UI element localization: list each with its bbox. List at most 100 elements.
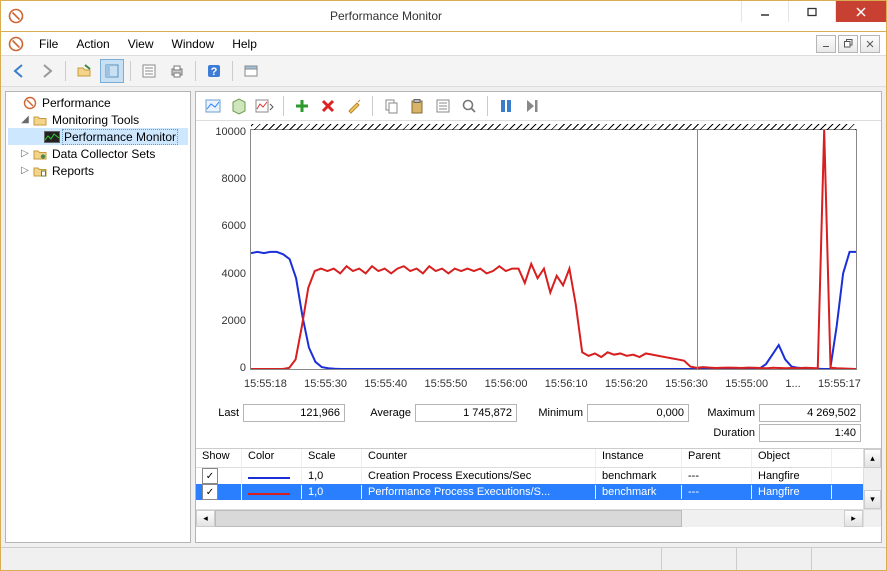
col-color[interactable]: Color	[242, 449, 302, 467]
tree-item-monitoring-tools[interactable]: ◢ Monitoring Tools	[8, 111, 188, 128]
close-button[interactable]	[835, 1, 886, 22]
app-icon	[1, 8, 31, 24]
color-swatch	[248, 493, 290, 495]
update-data-button[interactable]	[521, 95, 543, 117]
view-current-button[interactable]	[202, 95, 224, 117]
app-window: Performance Monitor File Action View Win…	[0, 0, 887, 571]
copy-props-button[interactable]	[380, 95, 402, 117]
col-object[interactable]: Object	[752, 449, 832, 467]
instance-cell: benchmark	[596, 469, 682, 483]
mdi-close-button[interactable]	[860, 35, 880, 53]
zoom-button[interactable]	[458, 95, 480, 117]
forward-button[interactable]	[35, 59, 59, 83]
print-button[interactable]	[165, 59, 189, 83]
toggle-action-pane-button[interactable]	[100, 59, 124, 83]
chart-area[interactable]: 10000 8000 6000 4000 2000 0 15:55:18	[196, 121, 881, 400]
tree-item-performance-monitor[interactable]: Performance Monitor	[8, 128, 188, 145]
menubar: File Action View Window Help	[1, 32, 886, 56]
col-instance[interactable]: Instance	[596, 449, 682, 467]
stat-dur-label: Duration	[695, 427, 755, 439]
show-hide-tree-button[interactable]	[72, 59, 96, 83]
mdi-restore-button[interactable]	[838, 35, 858, 53]
content-pane: 10000 8000 6000 4000 2000 0 15:55:18	[195, 91, 882, 543]
stat-max-value: 4 269,502	[759, 404, 861, 422]
stat-avg-label: Average	[351, 407, 411, 419]
tree-root[interactable]: Performance	[8, 94, 188, 111]
window-title: Performance Monitor	[31, 9, 741, 23]
perfmon-icon	[44, 131, 60, 143]
help-button[interactable]: ?	[202, 59, 226, 83]
col-show[interactable]: Show	[196, 449, 242, 467]
menu-window[interactable]: Window	[164, 35, 223, 53]
color-swatch	[248, 477, 290, 479]
stat-dur-value: 1:40	[759, 424, 861, 442]
chart-props-button[interactable]	[432, 95, 454, 117]
menu-help[interactable]: Help	[224, 35, 265, 53]
table-hscroll[interactable]: ◂ ▸	[196, 509, 881, 527]
scroll-up-icon[interactable]: ▴	[864, 449, 881, 468]
mdi-minimize-button[interactable]	[816, 35, 836, 53]
main-toolbar: ?	[1, 56, 886, 87]
add-counter-button[interactable]	[291, 95, 313, 117]
svg-text:?: ?	[211, 66, 218, 78]
monitor-view: 10000 8000 6000 4000 2000 0 15:55:18	[196, 121, 881, 542]
collapse-icon[interactable]: ◢	[18, 114, 32, 125]
folder-gear-icon	[32, 148, 48, 160]
time-marker	[697, 130, 698, 369]
scale-cell: 1,0	[302, 485, 362, 499]
menu-file[interactable]: File	[31, 35, 66, 53]
stat-last-value: 121,966	[243, 404, 345, 422]
chart-toolbar	[196, 92, 881, 121]
tree-item-reports[interactable]: ▷ Reports	[8, 162, 188, 179]
stat-avg-value: 1 745,872	[415, 404, 517, 422]
parent-cell: ---	[682, 469, 752, 483]
body: Performance ◢ Monitoring Tools Performan…	[1, 87, 886, 547]
menu-action[interactable]: Action	[68, 35, 117, 53]
counter-table-header: Show Color Scale Counter Instance Parent…	[196, 449, 863, 468]
scroll-left-icon[interactable]: ◂	[196, 510, 215, 527]
overflow-hatch	[251, 124, 856, 130]
back-button[interactable]	[7, 59, 31, 83]
properties-button[interactable]	[137, 59, 161, 83]
chart-plot	[250, 129, 857, 370]
menu-view[interactable]: View	[120, 35, 162, 53]
table-vscroll[interactable]: ▴ ▾	[863, 449, 881, 509]
chart-type-button[interactable]	[254, 95, 276, 117]
minimize-button[interactable]	[741, 1, 788, 22]
counter-table: Show Color Scale Counter Instance Parent…	[196, 448, 881, 527]
table-row[interactable]: ✓1,0Performance Process Executions/S...b…	[196, 484, 863, 500]
stats-panel: Last121,966 Average1 745,872 Minimum0,00…	[196, 400, 881, 448]
scroll-right-icon[interactable]: ▸	[844, 510, 863, 527]
scroll-down-icon[interactable]: ▾	[864, 490, 881, 509]
folder-report-icon	[32, 165, 48, 177]
col-scale[interactable]: Scale	[302, 449, 362, 467]
scroll-thumb[interactable]	[215, 510, 682, 527]
counter-table-body: ✓1,0Creation Process Executions/Secbench…	[196, 468, 863, 500]
col-counter[interactable]: Counter	[362, 449, 596, 467]
expand-icon[interactable]: ▷	[18, 148, 32, 159]
table-row[interactable]: ✓1,0Creation Process Executions/Secbench…	[196, 468, 863, 484]
col-parent[interactable]: Parent	[682, 449, 752, 467]
delete-counter-button[interactable]	[317, 95, 339, 117]
show-checkbox[interactable]: ✓	[202, 468, 218, 484]
tree-root-label: Performance	[40, 96, 113, 110]
object-cell: Hangfire	[752, 485, 832, 499]
maximize-button[interactable]	[788, 1, 835, 22]
tree-item-data-collector-sets[interactable]: ▷ Data Collector Sets	[8, 145, 188, 162]
new-window-button[interactable]	[239, 59, 263, 83]
stat-min-label: Minimum	[523, 407, 583, 419]
expand-icon[interactable]: ▷	[18, 165, 32, 176]
instance-cell: benchmark	[596, 485, 682, 499]
view-log-button[interactable]	[228, 95, 250, 117]
stat-max-label: Maximum	[695, 407, 755, 419]
navigation-tree[interactable]: Performance ◢ Monitoring Tools Performan…	[5, 91, 191, 543]
paste-button[interactable]	[406, 95, 428, 117]
freeze-button[interactable]	[495, 95, 517, 117]
y-axis-ticks: 10000 8000 6000 4000 2000 0	[204, 126, 246, 374]
stat-min-value: 0,000	[587, 404, 689, 422]
scale-cell: 1,0	[302, 469, 362, 483]
show-checkbox[interactable]: ✓	[202, 484, 218, 500]
perf-root-icon	[22, 96, 38, 110]
window-buttons	[741, 1, 886, 31]
highlight-button[interactable]	[343, 95, 365, 117]
